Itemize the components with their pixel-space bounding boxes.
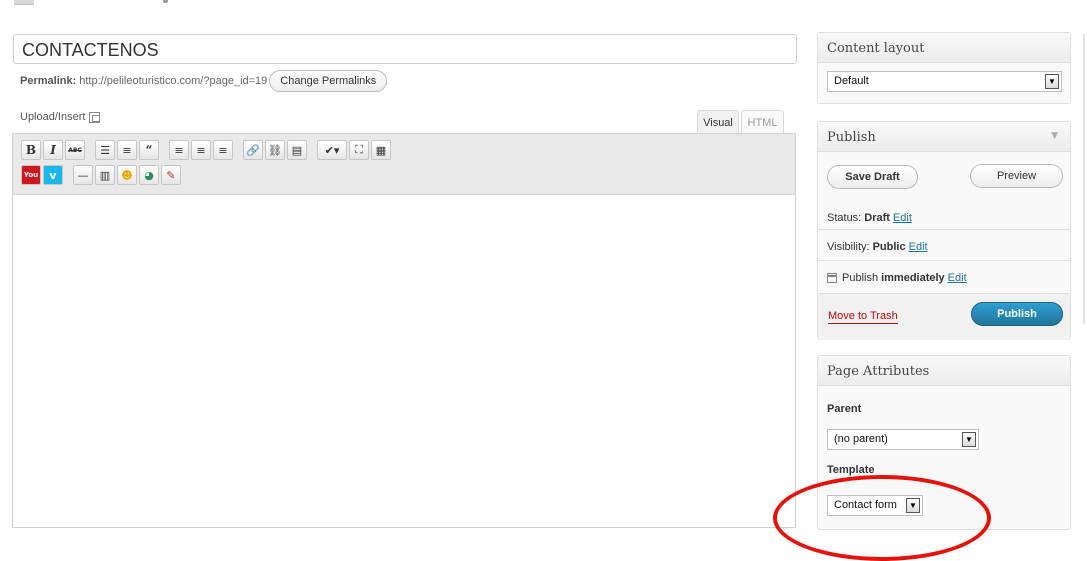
publish-box: Publish ▼ Save Draft Preview Status: Dra… [817, 121, 1071, 340]
columns-icon[interactable]: ▥ [95, 165, 115, 185]
kitchen-sink-icon[interactable]: ▦ [371, 140, 391, 160]
vimeo-icon[interactable]: v [43, 165, 63, 185]
red-circle-annotation [773, 475, 991, 561]
italic-icon[interactable]: I [43, 140, 63, 160]
visibility-label: Visibility: [827, 240, 870, 253]
align-left-icon[interactable]: ≡ [169, 140, 189, 160]
content-editor[interactable]: B I ABC ☰ ≡ “ ≡ ≡ ≡ 🔗 ⛓ ▤ ✔▾ ⛶ ▦ You v —… [12, 133, 796, 528]
schedule-label: Publish [842, 271, 879, 284]
schedule-value: immediately [881, 271, 945, 284]
status-edit-link[interactable]: Edit [893, 212, 912, 224]
content-layout-select[interactable]: Default ▼ [827, 71, 1062, 92]
change-permalinks-button[interactable]: Change Permalinks [269, 70, 388, 92]
spellcheck-icon[interactable]: ✔▾ [317, 140, 347, 160]
align-right-icon[interactable]: ≡ [213, 140, 233, 160]
permalink-row: Permalink: http://pelileoturistico.com/?… [20, 70, 388, 92]
publish-heading: Publish ▼ [818, 122, 1070, 152]
parent-label: Parent [827, 403, 862, 415]
schedule-edit-link[interactable]: Edit [948, 272, 967, 284]
toolbar-row-1: B I ABC ☰ ≡ “ ≡ ≡ ≡ 🔗 ⛓ ▤ ✔▾ ⛶ ▦ [21, 140, 391, 160]
gallery-icon[interactable]: ◕ [139, 165, 159, 185]
publish-button[interactable]: Publish [971, 302, 1063, 326]
permalink-url: http://pelileoturistico.com/?page_id=19 [79, 75, 268, 87]
numbered-list-icon[interactable]: ≡ [117, 140, 137, 160]
top-toolbar-fragment [14, 0, 34, 5]
fullscreen-icon[interactable]: ⛶ [349, 140, 369, 160]
tab-visual[interactable]: Visual [697, 110, 739, 134]
chevron-down-icon[interactable]: ▼ [962, 432, 976, 447]
link-icon[interactable]: 🔗 [243, 140, 263, 160]
upload-insert-label: Upload/Insert [20, 111, 86, 123]
chevron-down-icon[interactable]: ▼ [1045, 74, 1059, 89]
toolbar-row-2: You v — ▥ ☻ ◕ ✎ [21, 165, 181, 185]
content-layout-box: Content layout Default ▼ [817, 32, 1071, 104]
publish-actions: Move to Trash Publish [818, 293, 1070, 340]
publish-heading-label: Publish [827, 130, 876, 145]
content-layout-selected: Default [834, 75, 869, 87]
collapse-toggle-icon[interactable]: ▼ [1051, 131, 1058, 141]
status-label: Status: [827, 212, 862, 224]
post-title-input[interactable]: CONTACTENOS [13, 34, 797, 64]
blockquote-icon[interactable]: “ [139, 140, 159, 160]
status-value: Draft [864, 212, 890, 224]
permalink-label: Permalink: [20, 75, 77, 87]
template-label: Template [827, 464, 875, 476]
parent-selected: (no parent) [834, 433, 888, 445]
save-draft-button[interactable]: Save Draft [827, 165, 918, 189]
upload-insert[interactable]: Upload/Insert [20, 111, 101, 123]
visibility-value: Public [872, 240, 906, 253]
visibility-row: Visibility: Public Edit [818, 229, 1070, 263]
visibility-edit-link[interactable]: Edit [909, 241, 928, 253]
bold-icon[interactable]: B [21, 140, 41, 160]
editor-toolbar: B I ABC ☰ ≡ “ ≡ ≡ ≡ 🔗 ⛓ ▤ ✔▾ ⛶ ▦ You v —… [13, 134, 795, 195]
align-center-icon[interactable]: ≡ [191, 140, 211, 160]
parent-select[interactable]: (no parent) ▼ [827, 429, 979, 450]
strikethrough-icon[interactable]: ABC [65, 140, 85, 160]
preview-button[interactable]: Preview [970, 164, 1063, 188]
unlink-icon[interactable]: ⛓ [265, 140, 285, 160]
bullet-list-icon[interactable]: ☰ [95, 140, 115, 160]
schedule-row: Publish immediately Edit [818, 260, 1070, 294]
content-layout-heading: Content layout [818, 33, 1070, 63]
move-to-trash-link[interactable]: Move to Trash [828, 310, 898, 324]
horizontal-rule-icon[interactable]: — [73, 165, 93, 185]
calendar-icon [827, 272, 837, 283]
shortcode-icon[interactable]: ✎ [161, 165, 181, 185]
page-attributes-heading: Page Attributes [818, 356, 1070, 386]
scrollbar-edge [1083, 34, 1085, 324]
tab-html[interactable]: HTML [741, 110, 784, 134]
youtube-icon[interactable]: You [21, 165, 41, 185]
add-media-icon[interactable] [89, 111, 101, 123]
more-tag-icon[interactable]: ▤ [287, 140, 307, 160]
emoticon-icon[interactable]: ☻ [117, 165, 137, 185]
top-toolbar-fragment-dot [163, 0, 168, 3]
